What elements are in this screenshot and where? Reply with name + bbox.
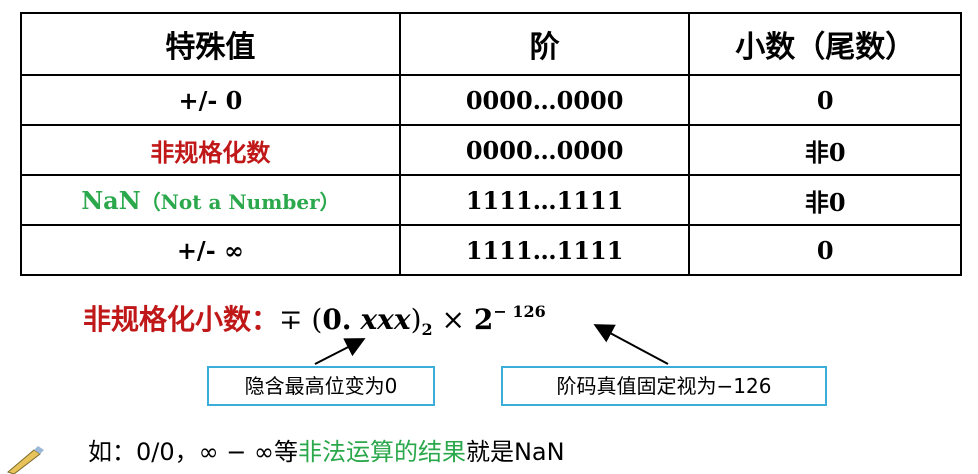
arrow-to-leading-zero [314,338,366,365]
note-suffix: 就是NaN [465,438,565,466]
note-highlight: 非法运算的结果 [297,438,466,466]
nan-example-note: 如：0/0，∞ − ∞等非法运算的结果就是NaN [88,432,565,467]
callout-fixed-exponent: 阶码真值固定视为−126 [501,366,827,406]
arrow-to-exponent [593,324,669,365]
callout-hidden-bit: 隐含最高位变为0 [207,366,435,406]
pencil-icon [6,446,44,474]
note-prefix: 如：0/0，∞ − ∞等 [88,438,298,466]
callout-arrows [314,324,669,365]
